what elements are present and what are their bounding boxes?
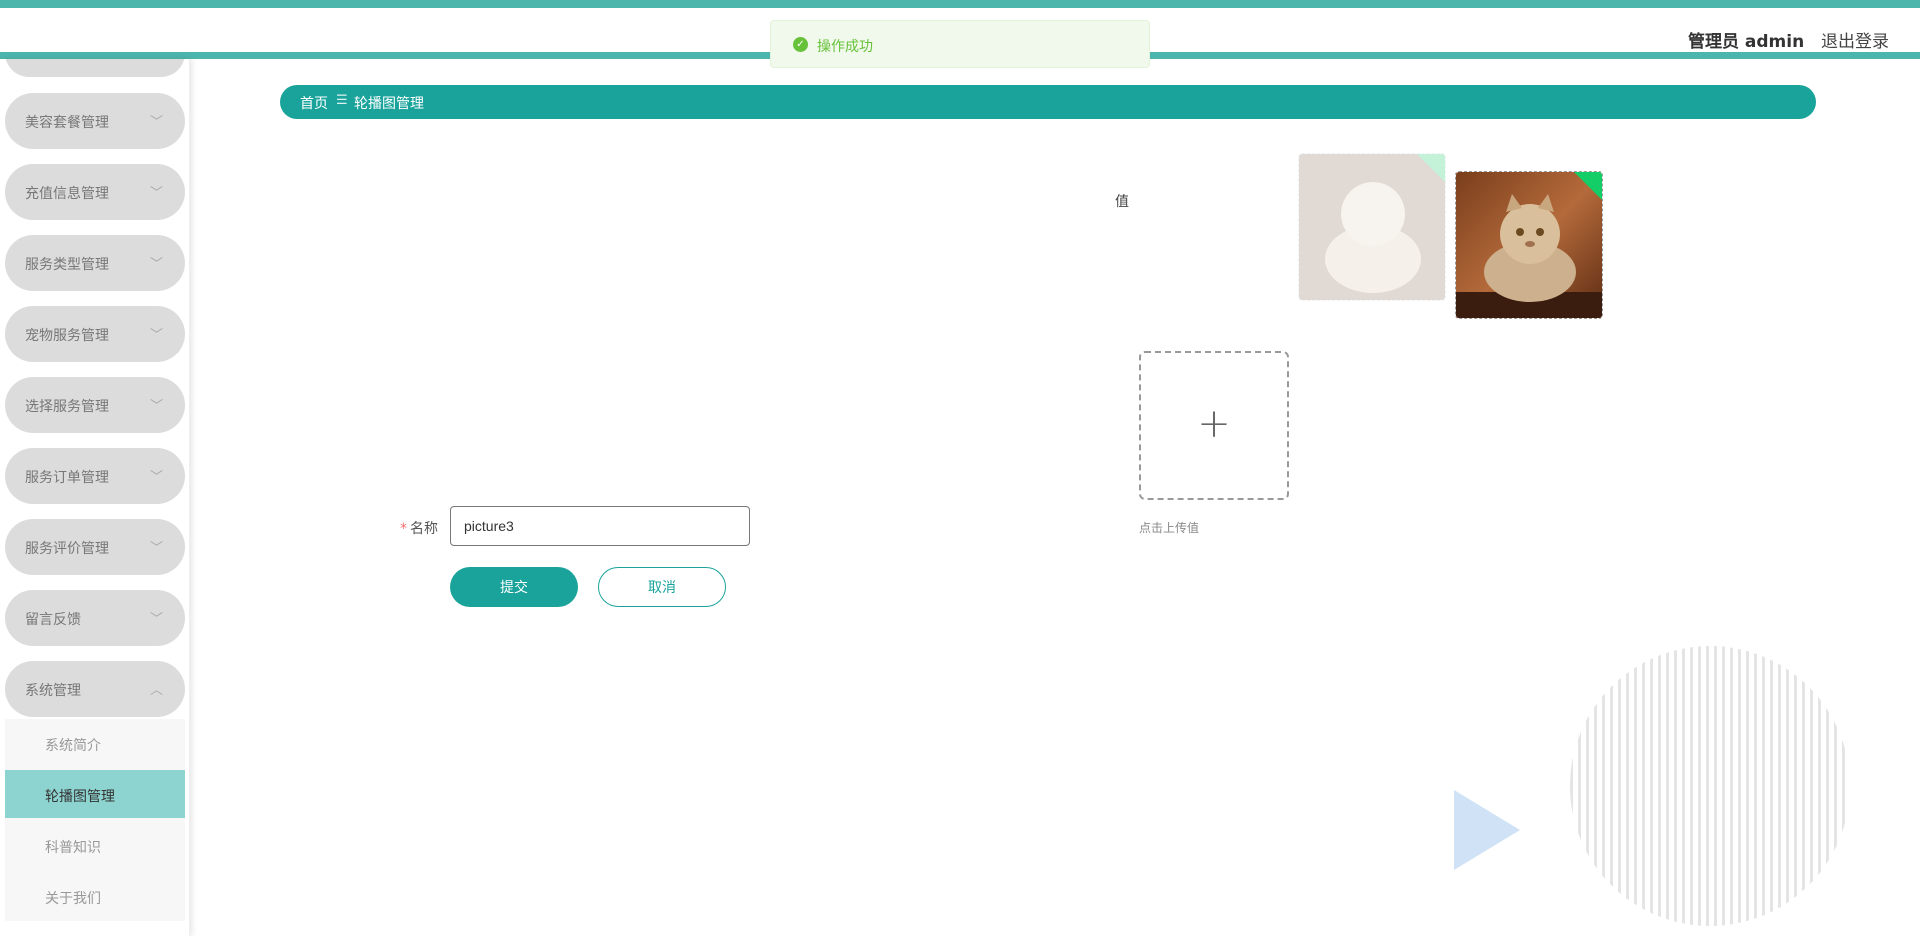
submenu-item-label: 系统简介 — [45, 738, 101, 754]
sidebar-item-service-order[interactable]: 服务订单管理 ﹀ — [5, 448, 185, 504]
sidebar-item-label: 留言反馈 — [25, 612, 81, 628]
chevron-down-icon: ﹀ — [149, 186, 163, 201]
admin-user-label: 管理员 admin — [1688, 32, 1805, 52]
plus-icon: + — [1197, 401, 1231, 447]
sidebar-item-label: 系统管理 — [25, 683, 81, 699]
sidebar-item-label: 美容套餐管理 — [25, 115, 109, 131]
chevron-down-icon: ﹀ — [149, 328, 163, 343]
required-mark: * — [400, 521, 407, 537]
submenu-item-about[interactable]: 关于我们 — [5, 872, 185, 920]
top-accent-bar — [0, 0, 1920, 8]
name-field-label: * 名称 — [400, 518, 438, 538]
sidebar-item-label: 宠物服务管理 — [25, 328, 109, 344]
cancel-button[interactable]: 取消 — [598, 567, 726, 607]
sidebar-item-service-type[interactable]: 服务类型管理 ﹀ — [5, 235, 185, 291]
chevron-down-icon: ﹀ — [149, 541, 163, 556]
sidebar-item-pet-service[interactable]: 宠物服务管理 ﹀ — [5, 306, 185, 362]
submit-button[interactable]: 提交 — [450, 567, 578, 607]
sidebar-item-select-service[interactable]: 选择服务管理 ﹀ — [5, 377, 185, 433]
breadcrumb: 首页 ☰ 轮播图管理 — [280, 85, 1816, 119]
sidebar-item-service-review[interactable]: 服务评价管理 ﹀ — [5, 519, 185, 575]
value-field-label: 值 — [1115, 194, 1129, 210]
uploaded-image-ghost — [1298, 153, 1446, 301]
submenu-item-carousel[interactable]: 轮播图管理 — [5, 770, 185, 818]
chevron-down-icon: ﹀ — [149, 115, 163, 130]
watermark-logo-icon — [1454, 646, 1850, 926]
submenu-item-system-intro[interactable]: 系统简介 — [5, 719, 185, 767]
sidebar-item-system[interactable]: 系统管理 ︿ — [5, 661, 185, 717]
chevron-down-icon: ﹀ — [149, 257, 163, 272]
name-label-text: 名称 — [410, 521, 438, 537]
success-toast: ✓ 操作成功 — [770, 20, 1150, 68]
chevron-down-icon: ﹀ — [149, 399, 163, 414]
system-submenu: 系统简介 轮播图管理 科普知识 关于我们 — [5, 719, 185, 921]
submenu-item-label: 科普知识 — [45, 840, 101, 856]
sidebar-item-label: 服务评价管理 — [25, 541, 109, 557]
chevron-down-icon: ﹀ — [149, 470, 163, 485]
submenu-item-label: 轮播图管理 — [45, 789, 115, 805]
upload-value-button[interactable]: + — [1139, 351, 1289, 500]
chevron-down-icon: ﹀ — [149, 612, 163, 627]
cat-image-icon — [1456, 172, 1602, 318]
submenu-item-label: 关于我们 — [45, 891, 101, 907]
submenu-item-science[interactable]: 科普知识 — [5, 821, 185, 869]
breadcrumb-home-link[interactable]: 首页 — [300, 93, 328, 113]
name-input[interactable] — [450, 506, 750, 546]
sidebar-item-partial[interactable] — [5, 59, 185, 77]
check-circle-icon: ✓ — [793, 37, 808, 52]
sidebar-item-label: 服务类型管理 — [25, 257, 109, 273]
upload-hint-text: 点击上传值 — [1139, 521, 1200, 535]
logout-button[interactable]: 退出登录 — [1821, 27, 1889, 52]
sidebar-item-beauty-package[interactable]: 美容套餐管理 ﹀ — [5, 93, 185, 149]
uploaded-image[interactable] — [1455, 171, 1603, 319]
sidebar-item-label: 选择服务管理 — [25, 399, 109, 415]
chevron-up-icon: ︿ — [149, 683, 163, 698]
breadcrumb-current: 轮播图管理 — [354, 96, 424, 112]
toast-message: 操作成功 — [817, 39, 873, 55]
breadcrumb-separator-icon: ☰ — [336, 93, 348, 108]
sidebar: 美容套餐管理 ﹀ 充值信息管理 ﹀ 服务类型管理 ﹀ 宠物服务管理 ﹀ 选择服务… — [0, 59, 190, 936]
sidebar-item-feedback[interactable]: 留言反馈 ﹀ — [5, 590, 185, 646]
sidebar-item-label: 充值信息管理 — [25, 186, 109, 202]
cat-image-icon — [1299, 154, 1445, 300]
sidebar-item-recharge[interactable]: 充值信息管理 ﹀ — [5, 164, 185, 220]
sidebar-item-label: 服务订单管理 — [25, 470, 109, 486]
